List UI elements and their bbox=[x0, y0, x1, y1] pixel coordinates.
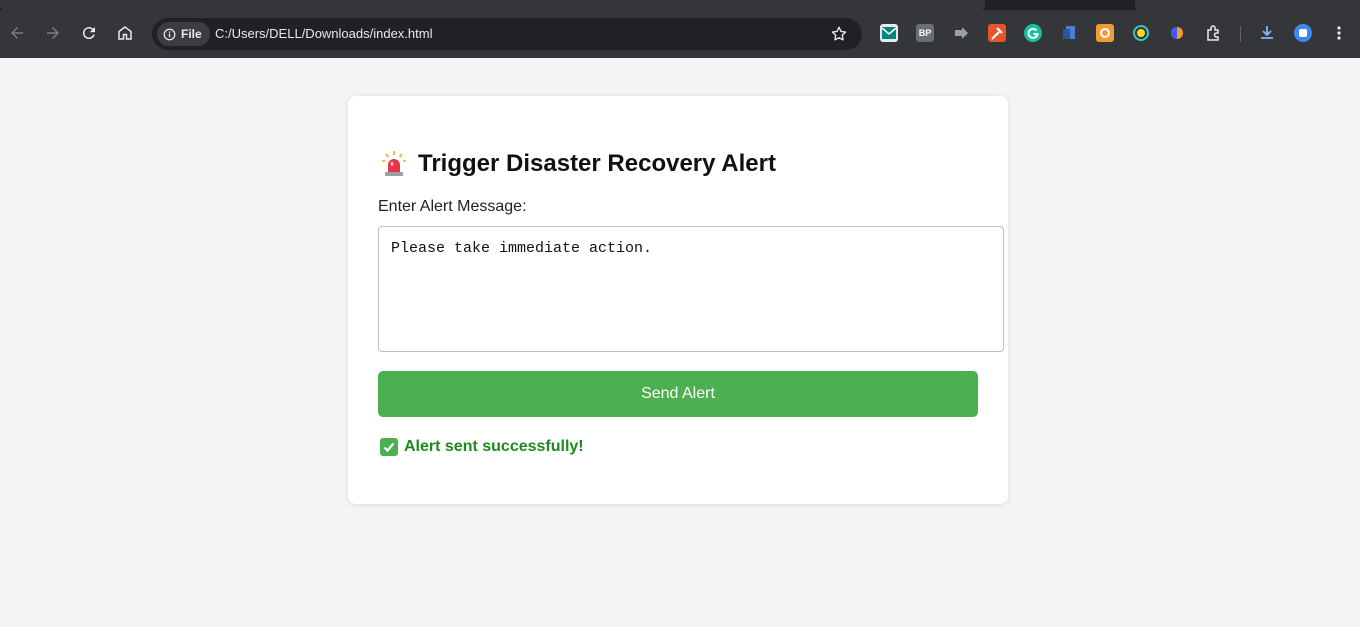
orange-box-icon[interactable] bbox=[1096, 24, 1114, 42]
site-chip-label: File bbox=[181, 27, 202, 41]
status-text: Alert sent successfully! bbox=[404, 438, 584, 455]
page-heading: Trigger Disaster Recovery Alert bbox=[380, 150, 776, 178]
toolbar-divider bbox=[1240, 26, 1241, 42]
bp-icon[interactable]: BP bbox=[916, 24, 934, 42]
puzzle-arrow-icon[interactable] bbox=[952, 24, 970, 42]
mail-icon[interactable] bbox=[880, 24, 898, 42]
siren-icon bbox=[382, 151, 406, 176]
browser-toolbar: File C:/Users/DELL/Downloads/index.html … bbox=[0, 10, 1360, 58]
check-mark-icon bbox=[380, 438, 398, 456]
bp-icon-label: BP bbox=[918, 28, 932, 38]
half-moon-icon[interactable] bbox=[1168, 24, 1186, 42]
alert-message-input[interactable]: Please take immediate action. bbox=[378, 226, 1004, 352]
forward-icon[interactable] bbox=[42, 22, 64, 44]
back-icon[interactable] bbox=[6, 22, 28, 44]
reload-icon[interactable] bbox=[78, 22, 100, 44]
chat-icon[interactable] bbox=[1132, 24, 1150, 42]
home-icon[interactable] bbox=[114, 22, 136, 44]
alert-card: Trigger Disaster Recovery Alert Enter Al… bbox=[348, 96, 1008, 504]
bookmark-star-icon[interactable] bbox=[830, 25, 848, 43]
address-bar[interactable]: File C:/Users/DELL/Downloads/index.html bbox=[152, 18, 862, 50]
send-alert-button[interactable]: Send Alert bbox=[378, 371, 978, 417]
extensions-icon[interactable] bbox=[1204, 24, 1222, 42]
grammarly-icon[interactable] bbox=[1024, 24, 1042, 42]
site-info-chip[interactable]: File bbox=[157, 22, 210, 46]
download-icon[interactable] bbox=[1258, 24, 1276, 42]
info-icon bbox=[163, 28, 176, 40]
document-icon[interactable] bbox=[1060, 24, 1078, 42]
hammer-icon[interactable] bbox=[988, 24, 1006, 42]
profile-avatar[interactable] bbox=[1294, 24, 1312, 42]
menu-kebab-icon[interactable] bbox=[1330, 24, 1348, 42]
url-text[interactable]: C:/Users/DELL/Downloads/index.html bbox=[215, 26, 432, 41]
status-message: Alert sent successfully! bbox=[380, 438, 584, 456]
page-title: Trigger Disaster Recovery Alert bbox=[418, 150, 776, 177]
message-label: Enter Alert Message: bbox=[378, 198, 527, 215]
